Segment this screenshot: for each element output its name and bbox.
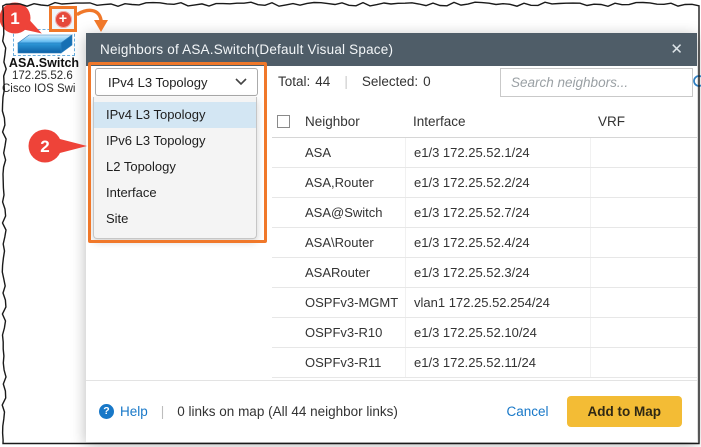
column-header-neighbor[interactable]: Neighbor <box>293 105 405 137</box>
callout-number-2: 2 <box>40 137 49 156</box>
neighbor-cell: ASA\Router <box>293 228 405 257</box>
search-box <box>500 68 693 97</box>
interface-cell: e1/3 172.25.52.3/24 <box>405 258 590 287</box>
dialog-titlebar: Neighbors of ASA.Switch(Default Visual S… <box>86 33 697 66</box>
dropdown-option-ipv4-l3[interactable]: IPv4 L3 Topology <box>94 102 256 128</box>
interface-cell: e1/3 172.25.52.10/24 <box>405 318 590 347</box>
neighbors-table: Neighbor Interface VRF ASA e1/3 172.25.5… <box>272 105 697 378</box>
add-to-map-button[interactable]: Add to Map <box>567 396 683 427</box>
dropdown-option-site[interactable]: Site <box>94 206 256 232</box>
vrf-cell <box>590 138 697 167</box>
dialog-footer: ? Help | 0 links on map (All 44 neighbor… <box>86 380 697 442</box>
interface-cell: vlan1 172.25.52.254/24 <box>405 288 590 317</box>
vrf-cell <box>590 348 697 377</box>
dropdown-option-ipv6-l3[interactable]: IPv6 L3 Topology <box>94 128 256 154</box>
close-icon[interactable]: ✕ <box>670 42 683 57</box>
selected-value: 0 <box>423 74 431 89</box>
counts-bar: Total: 44 | Selected: 0 <box>278 74 431 89</box>
table-row[interactable]: ASARouter e1/3 172.25.52.3/24 <box>272 258 697 288</box>
plus-icon[interactable]: + <box>55 11 72 28</box>
device-model: Cisco IOS Swi <box>2 83 76 95</box>
callout-pin-1: 1 <box>0 1 52 41</box>
vrf-cell <box>590 168 697 197</box>
topology-dropdown-list: IPv4 L3 Topology IPv6 L3 Topology L2 Top… <box>93 97 257 239</box>
dropdown-option-l2[interactable]: L2 Topology <box>94 154 256 180</box>
callout-number-1: 1 <box>10 9 19 28</box>
total-value: 44 <box>315 74 330 89</box>
interface-cell: e1/3 172.25.52.7/24 <box>405 198 590 227</box>
topology-dropdown[interactable]: IPv4 L3 Topology <box>95 68 258 96</box>
device-name: ASA.Switch <box>0 56 88 70</box>
annotation-arrow <box>74 5 114 35</box>
vrf-cell <box>590 228 697 257</box>
column-header-vrf[interactable]: VRF <box>590 105 697 137</box>
selected-label: Selected: <box>362 74 418 89</box>
vrf-cell <box>590 288 697 317</box>
add-neighbors-highlight-box: + <box>49 6 77 32</box>
neighbor-cell: ASA@Switch <box>293 198 405 227</box>
topology-dropdown-value: IPv4 L3 Topology <box>108 75 208 90</box>
select-all-checkbox[interactable] <box>277 115 290 128</box>
footer-divider: | <box>161 404 165 419</box>
counts-divider: | <box>344 74 348 89</box>
neighbor-cell: ASA <box>293 138 405 167</box>
dialog-title: Neighbors of ASA.Switch(Default Visual S… <box>100 42 393 57</box>
dropdown-option-interface[interactable]: Interface <box>94 180 256 206</box>
neighbor-cell: OSPFv3-R11 <box>293 348 405 377</box>
neighbor-cell: OSPFv3-MGMT <box>293 288 405 317</box>
table-row[interactable]: ASA@Switch e1/3 172.25.52.7/24 <box>272 198 697 228</box>
neighbor-cell: ASA,Router <box>293 168 405 197</box>
interface-cell: e1/3 172.25.52.4/24 <box>405 228 590 257</box>
table-row[interactable]: OSPFv3-R10 e1/3 172.25.52.10/24 <box>272 318 697 348</box>
neighbor-cell: ASARouter <box>293 258 405 287</box>
help-icon[interactable]: ? <box>99 404 114 419</box>
vrf-cell <box>590 198 697 227</box>
chevron-down-icon <box>235 78 247 86</box>
links-status-text: 0 links on map (All 44 neighbor links) <box>177 404 398 419</box>
cancel-button[interactable]: Cancel <box>506 404 548 419</box>
table-header: Neighbor Interface VRF <box>272 105 697 138</box>
table-row[interactable]: ASA,Router e1/3 172.25.52.2/24 <box>272 168 697 198</box>
callout-pin-2: 2 <box>26 126 90 166</box>
table-row[interactable]: OSPFv3-R11 e1/3 172.25.52.11/24 <box>272 348 697 378</box>
interface-cell: e1/3 172.25.52.2/24 <box>405 168 590 197</box>
table-row[interactable]: OSPFv3-MGMT vlan1 172.25.52.254/24 <box>272 288 697 318</box>
search-input[interactable] <box>501 69 692 96</box>
vrf-cell <box>590 258 697 287</box>
interface-cell: e1/3 172.25.52.1/24 <box>405 138 590 167</box>
help-link[interactable]: Help <box>120 404 148 419</box>
neighbor-cell: OSPFv3-R10 <box>293 318 405 347</box>
interface-cell: e1/3 172.25.52.11/24 <box>405 348 590 377</box>
vrf-cell <box>590 318 697 347</box>
table-row[interactable]: ASA e1/3 172.25.52.1/24 <box>272 138 697 168</box>
table-row[interactable]: ASA\Router e1/3 172.25.52.4/24 <box>272 228 697 258</box>
device-ip: 172.25.52.6 <box>12 70 73 82</box>
column-header-interface[interactable]: Interface <box>405 105 590 137</box>
search-icon[interactable] <box>692 74 701 91</box>
total-label: Total: <box>278 74 310 89</box>
neighbors-dialog: Neighbors of ASA.Switch(Default Visual S… <box>86 33 697 442</box>
